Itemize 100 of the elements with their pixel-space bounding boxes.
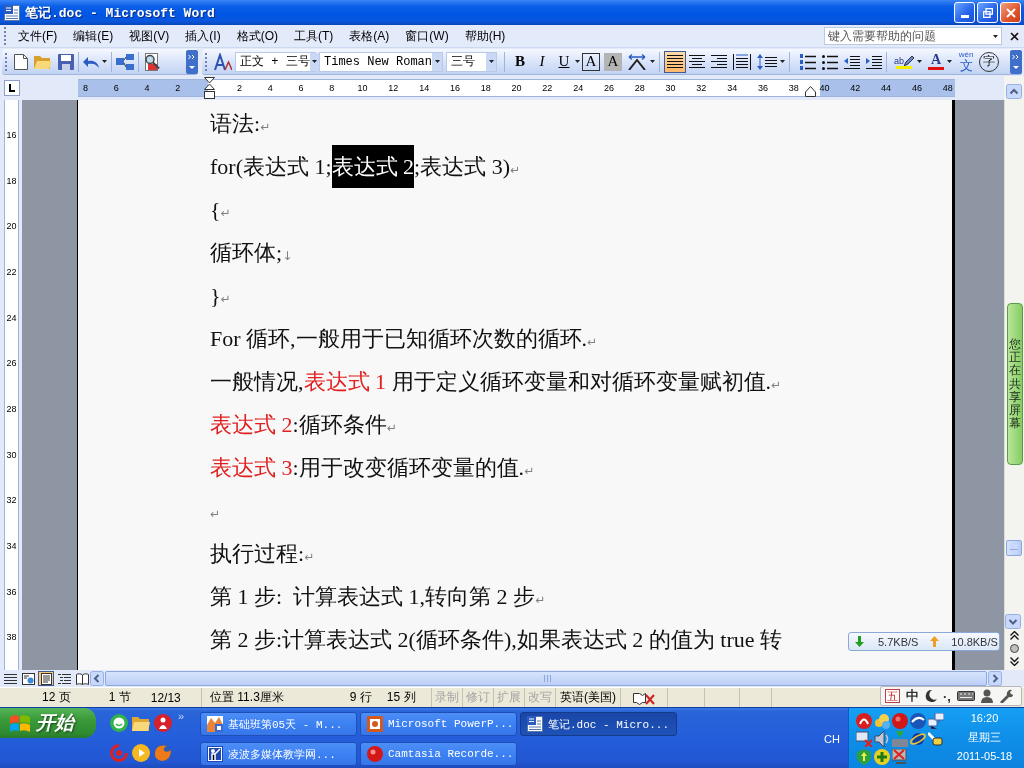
person-icon[interactable] [980, 689, 993, 703]
view-button[interactable] [74, 671, 90, 686]
view-button[interactable] [38, 671, 54, 686]
shield-icon[interactable] [856, 749, 872, 765]
minimize-button[interactable] [954, 2, 975, 23]
status-language[interactable]: 英语(美国) [560, 689, 616, 706]
menu-item[interactable]: 格式(O) [231, 25, 283, 47]
styles-icon[interactable] [214, 52, 232, 71]
network-error-icon[interactable] [856, 731, 872, 747]
bold-button[interactable]: B [509, 50, 531, 73]
menu-item[interactable]: 表格(A) [344, 25, 395, 47]
alignment-button[interactable] [664, 50, 686, 73]
menu-item[interactable]: 视图(V) [124, 25, 175, 47]
font-select[interactable]: Times New Roman [319, 51, 443, 72]
show-more-button[interactable]: » [177, 710, 185, 722]
previous-page-icon[interactable] [1010, 631, 1019, 640]
browse-object-icon[interactable] [1010, 644, 1019, 653]
dropdown-arrow-icon[interactable] [102, 60, 107, 63]
scrollbar-thumb[interactable] [105, 671, 987, 686]
dropdown-arrow-icon[interactable] [488, 60, 494, 63]
decrease-indent-icon[interactable] [844, 54, 860, 69]
increase-indent-icon[interactable] [866, 54, 882, 69]
ruler-number: 30 [665, 83, 676, 93]
style-select[interactable]: 正文 + 三号 [235, 51, 316, 72]
right-indent-marker-icon[interactable] [805, 86, 816, 97]
font-size-select[interactable]: 三号 [446, 51, 497, 72]
menu-item[interactable]: 工具(T) [289, 25, 339, 47]
menu-item[interactable]: 编辑(E) [68, 25, 119, 47]
play-icon[interactable] [132, 744, 150, 762]
dropdown-arrow-icon[interactable] [947, 60, 952, 63]
keyboard-icon[interactable] [956, 691, 975, 701]
language-indicator[interactable]: CH [824, 733, 840, 745]
highlight-button[interactable]: ab [891, 50, 917, 73]
italic-button[interactable]: I [531, 50, 553, 73]
dropdown-arrow-icon[interactable] [993, 34, 998, 38]
punctuation-mode[interactable]: ·, [943, 688, 951, 704]
dropdown-arrow-icon[interactable] [917, 60, 922, 63]
moon-icon[interactable] [925, 690, 937, 702]
taskbar-button[interactable]: Microsoft PowerP... [360, 712, 517, 736]
view-button[interactable] [20, 671, 36, 686]
underline-button[interactable]: U [553, 50, 575, 73]
dropdown-arrow-icon[interactable] [434, 60, 440, 63]
menu-item[interactable]: 帮助(H) [459, 25, 511, 47]
taskbar-button[interactable]: 凌波多媒体教学网... [200, 742, 357, 766]
diagram-icon[interactable] [116, 53, 134, 70]
plus-icon[interactable] [874, 749, 890, 765]
phonetic-guide-button[interactable]: wén 文 [955, 50, 977, 73]
up-arrow-icon [930, 636, 940, 647]
network-icon[interactable] [928, 713, 944, 729]
magnifier-page-icon[interactable] [143, 52, 160, 71]
taskbar-button[interactable]: 基础班第05天 - M... [200, 712, 357, 736]
start-button[interactable]: 开始 [0, 708, 96, 738]
taskbar-button[interactable]: Camtasia Recorde... [360, 742, 517, 766]
plug-icon[interactable] [928, 731, 944, 747]
numbered-list-icon[interactable] [800, 53, 816, 70]
dropdown-arrow-icon[interactable] [650, 60, 655, 63]
undo-icon[interactable] [83, 55, 99, 68]
help-search-field[interactable]: 键入需要帮助的问题 [824, 27, 1002, 45]
dropdown-arrow-icon[interactable] [312, 60, 318, 63]
network-error-icon[interactable] [892, 749, 908, 765]
line-spacing-icon[interactable] [757, 53, 777, 70]
folder-icon[interactable] [132, 714, 150, 732]
blank-page-icon[interactable] [14, 53, 28, 70]
grip-icon[interactable] [205, 52, 208, 71]
swirl-badge-icon[interactable] [856, 713, 872, 729]
person-circle-icon[interactable] [154, 714, 172, 732]
character-shading-button[interactable]: A [604, 52, 622, 71]
bulleted-list-icon[interactable] [822, 53, 838, 70]
globe-icon[interactable] [910, 713, 926, 729]
dropdown-arrow-icon[interactable] [575, 60, 580, 63]
close-icon[interactable] [1010, 31, 1019, 41]
chevron-icon[interactable] [186, 49, 198, 74]
screen-sharing-tab[interactable]: 您正在共享屏幕 [1007, 303, 1023, 466]
restore-button[interactable] [977, 2, 998, 23]
grip-icon[interactable] [5, 52, 8, 71]
language-mode[interactable]: 中 [906, 687, 919, 705]
input-method-button[interactable]: 五 [885, 689, 900, 703]
indent-marker-icon[interactable] [204, 77, 215, 99]
menu-item[interactable]: 插入(I) [180, 25, 226, 47]
wrench-icon[interactable] [998, 689, 1013, 703]
font-color-button[interactable]: A [925, 50, 947, 73]
next-page-icon[interactable] [1010, 657, 1019, 666]
character-border-button[interactable]: A [582, 52, 600, 71]
speaker-icon[interactable] [874, 731, 890, 747]
view-button[interactable] [56, 671, 72, 686]
menu-item[interactable]: 文件(F) [13, 25, 63, 47]
document-paragraph: for(表达式 1;表达式 2;表达式 3)↵ [210, 145, 521, 188]
view-button[interactable] [2, 671, 18, 686]
tab-stop-icon[interactable] [4, 80, 20, 96]
orbit-globe-icon[interactable] [910, 731, 926, 747]
book-error-icon[interactable] [633, 690, 655, 705]
close-button[interactable] [1000, 2, 1021, 23]
chat-icon[interactable] [110, 714, 128, 732]
text-scale-icon[interactable] [627, 53, 647, 70]
grip-icon[interactable] [4, 27, 7, 45]
scrollbar-thumb[interactable] [1006, 540, 1022, 556]
dropdown-arrow-icon[interactable] [780, 60, 785, 63]
menu-item[interactable]: 窗口(W) [400, 25, 454, 47]
taskbar-button[interactable]: 笔记.doc - Micro... [520, 712, 677, 736]
chevron-icon[interactable] [1010, 49, 1022, 74]
